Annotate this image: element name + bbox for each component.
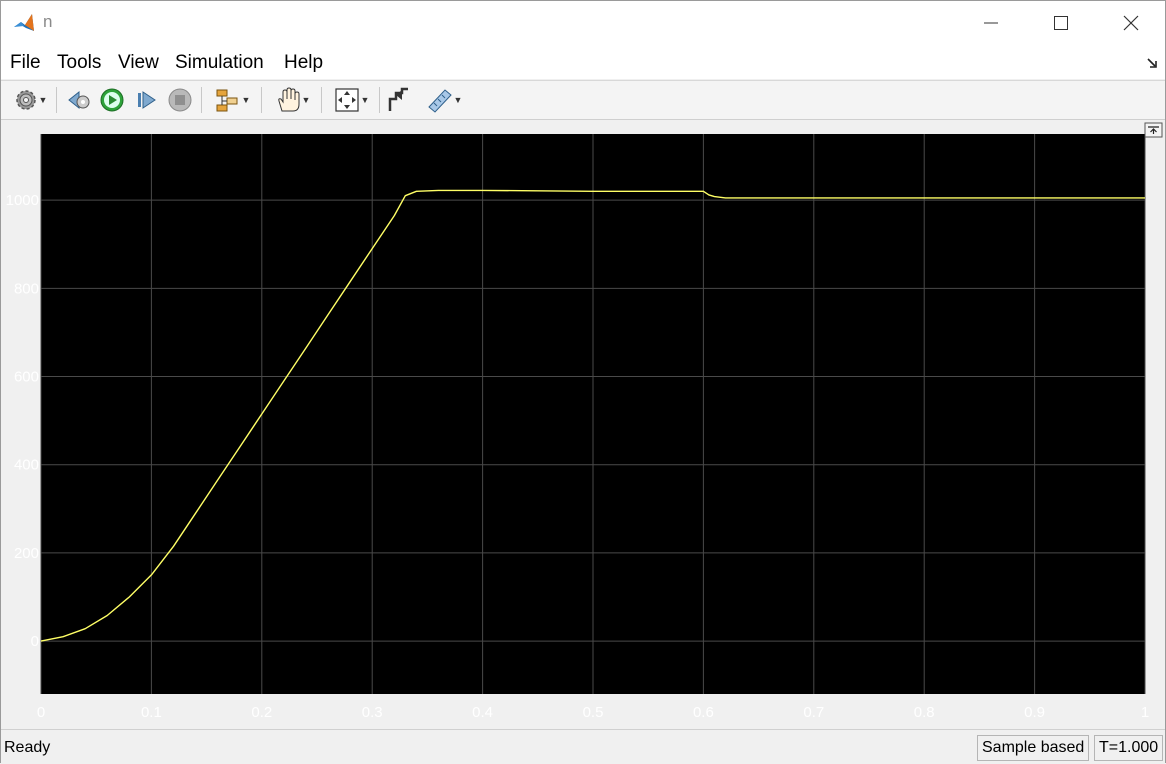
y-tick-label: 1000 <box>6 192 39 209</box>
menu-view[interactable]: View <box>118 52 159 74</box>
step-forward-button[interactable] <box>131 86 161 114</box>
x-tick-label: 0.3 <box>362 704 383 721</box>
menu-file[interactable]: File <box>10 52 41 74</box>
close-icon <box>1123 15 1139 31</box>
scope-window: n File Tools View Simulation Help ▼ ▼ ▼ … <box>0 0 1166 764</box>
maximize-icon <box>1054 16 1068 30</box>
expand-arrow-icon[interactable] <box>1146 57 1158 72</box>
settings-gear-icon <box>15 90 36 110</box>
maximize-button[interactable] <box>1026 1 1096 45</box>
zoom-fit-icon <box>334 88 359 112</box>
x-tick-label: 0.1 <box>141 704 162 721</box>
x-tick-label: 0.2 <box>251 704 272 721</box>
sample-mode-indicator: Sample based <box>977 735 1090 761</box>
y-tick-label: 600 <box>14 369 39 386</box>
menu-tools[interactable]: Tools <box>57 52 101 74</box>
y-tick-label: 0 <box>31 633 39 650</box>
toolbar-separator <box>321 87 322 113</box>
plot-area[interactable]: 0 0.1 0.2 0.3 0.4 0.5 0.6 0.7 0.8 0.9 1 0 200 400 600 8… <box>2 120 1165 726</box>
measurement-ruler-icon <box>427 89 452 113</box>
x-tick-label: 0.8 <box>914 704 935 721</box>
highlight-block-button[interactable] <box>385 86 413 114</box>
simulation-time-indicator: T=1.000 <box>1094 735 1164 761</box>
dropdown-arrow-icon: ▼ <box>38 95 48 105</box>
step-back-icon <box>68 90 90 110</box>
highlight-block-icon <box>388 87 408 111</box>
dropdown-arrow-icon: ▼ <box>301 95 311 105</box>
menu-help[interactable]: Help <box>284 52 323 74</box>
toolbar-separator <box>201 87 202 113</box>
stop-icon <box>168 88 192 112</box>
minimize-icon <box>984 22 998 24</box>
dropdown-arrow-icon: ▼ <box>360 95 370 105</box>
window-title: n <box>43 12 53 31</box>
toolbar-separator <box>261 87 262 113</box>
menu-simulation[interactable]: Simulation <box>175 52 264 74</box>
x-tick-label: 0.7 <box>803 704 824 721</box>
zoom-fit-button[interactable]: ▼ <box>327 86 375 114</box>
pan-hand-icon <box>277 87 300 112</box>
scope-chart[interactable]: 0 0.1 0.2 0.3 0.4 0.5 0.6 0.7 0.8 0.9 1 0 200 400 600 8… <box>2 120 1165 726</box>
minimize-button[interactable] <box>956 1 1026 45</box>
pan-button[interactable]: ▼ <box>268 86 316 114</box>
x-tick-label: 0.9 <box>1024 704 1045 721</box>
toolbar: ▼ ▼ ▼ ▼ ▼ <box>1 80 1165 120</box>
undock-button[interactable] <box>1144 122 1163 138</box>
stop-button[interactable] <box>165 86 195 114</box>
x-tick-label: 0.5 <box>583 704 604 721</box>
step-back-button[interactable] <box>64 86 94 114</box>
x-tick-label: 1 <box>1141 704 1149 721</box>
toolbar-separator <box>379 87 380 113</box>
x-tick-label: 0.6 <box>693 704 714 721</box>
settings-button[interactable]: ▼ <box>7 86 53 114</box>
x-tick-label: 0.4 <box>472 704 493 721</box>
close-button[interactable] <box>1096 1 1166 45</box>
y-tick-label: 200 <box>14 545 39 562</box>
menu-bar: File Tools View Simulation Help <box>1 45 1165 79</box>
step-forward-icon <box>138 91 156 109</box>
matlab-icon <box>12 11 36 35</box>
run-button[interactable] <box>97 86 127 114</box>
run-icon <box>100 88 124 112</box>
signal-hierarchy-icon <box>216 89 238 112</box>
status-text: Ready <box>4 739 51 756</box>
title-bar[interactable]: n <box>1 1 1165 45</box>
signal-hierarchy-button[interactable]: ▼ <box>208 86 256 114</box>
x-tick-label: 0 <box>37 704 45 721</box>
toolbar-separator <box>56 87 57 113</box>
dropdown-arrow-icon: ▼ <box>453 95 463 105</box>
measurement-button[interactable]: ▼ <box>420 86 468 114</box>
status-bar: Ready Sample based T=1.000 <box>1 729 1165 764</box>
dropdown-arrow-icon: ▼ <box>241 95 251 105</box>
y-tick-label: 800 <box>14 280 39 297</box>
y-tick-label: 400 <box>14 457 39 474</box>
